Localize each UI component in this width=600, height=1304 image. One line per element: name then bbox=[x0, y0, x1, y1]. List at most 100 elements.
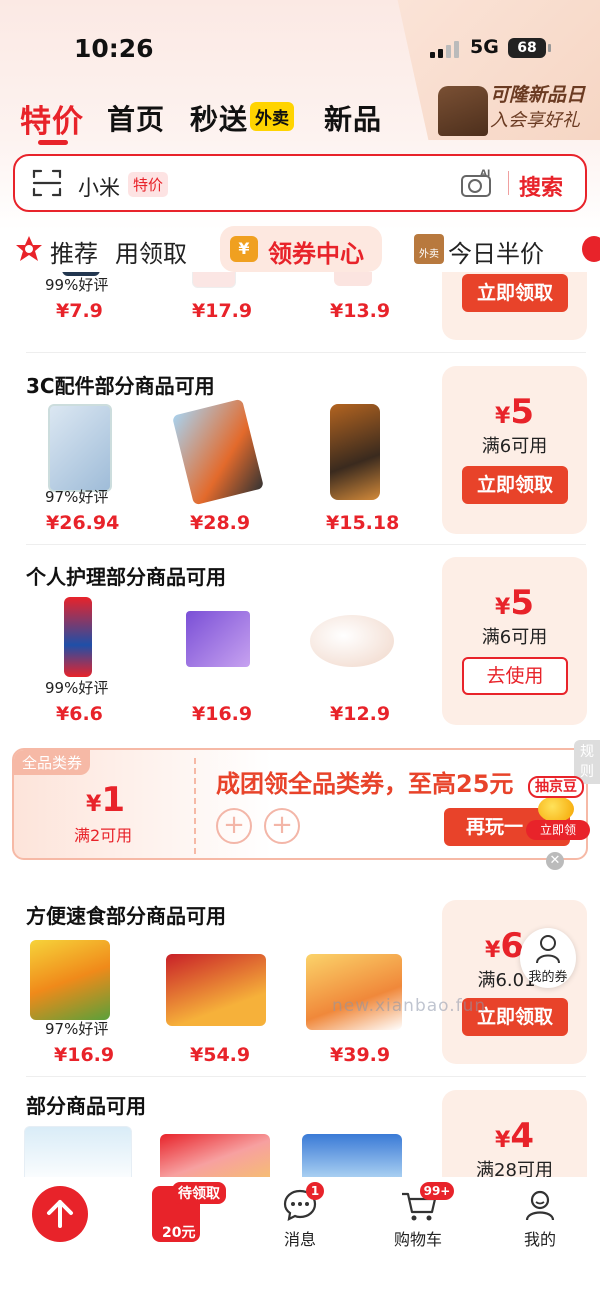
profile-icon[interactable] bbox=[523, 1188, 557, 1222]
product-price: ¥6.6 bbox=[56, 703, 103, 725]
tab-me[interactable]: 我的 bbox=[524, 1226, 556, 1250]
coupon-section: 方便速食部分商品可用 97%好评 ¥16.9 ¥54.9 ¥39.9 ¥6 满6… bbox=[0, 900, 600, 1080]
camera-icon[interactable]: AI bbox=[460, 168, 494, 198]
product-image[interactable] bbox=[192, 272, 236, 288]
camera-ai-badge: AI bbox=[480, 169, 490, 179]
product-rating: 99%好评 bbox=[45, 679, 109, 697]
tab-new-products[interactable]: 新品 bbox=[324, 98, 382, 138]
search-divider bbox=[508, 171, 509, 195]
invite-plus-icon[interactable]: + bbox=[264, 808, 300, 844]
product-image[interactable] bbox=[30, 940, 110, 1020]
search-button[interactable]: 搜索 bbox=[519, 170, 563, 202]
category-recommend[interactable]: 推荐 bbox=[50, 234, 98, 269]
divider bbox=[26, 352, 586, 353]
coupon-section: 部分商品可用 ¥4 满28可用 bbox=[0, 1090, 600, 1177]
category-half-price[interactable]: 今日半价 bbox=[448, 234, 544, 269]
watermark: new.xianbao.fun bbox=[332, 996, 487, 1016]
promo-title[interactable]: 可隆新品日 bbox=[490, 80, 585, 107]
banner-condition: 满2可用 bbox=[74, 826, 133, 845]
banner-tag: 全品类券 bbox=[14, 750, 91, 775]
product-price: ¥16.9 bbox=[54, 1044, 115, 1066]
divider bbox=[26, 544, 586, 545]
use-button[interactable]: 去使用 bbox=[462, 657, 568, 695]
my-coupons-label: 我的券 bbox=[528, 970, 568, 985]
coupon-card: ¥4 满28可用 bbox=[442, 1090, 587, 1177]
app-root: 10:26 5G 68 特价 首页 秒送 外卖 新品 可隆新品日 入会享好礼 小… bbox=[0, 0, 600, 1304]
product-image[interactable] bbox=[171, 398, 265, 506]
red-packet-tag: 待领取 bbox=[172, 1182, 226, 1204]
tab-cart[interactable]: 购物车 bbox=[394, 1226, 442, 1250]
product-price: ¥28.9 bbox=[190, 512, 251, 534]
jd-bean-claim-button[interactable]: 立即领 bbox=[526, 820, 590, 840]
jd-bean-label: 抽京豆 bbox=[528, 776, 584, 798]
star-icon bbox=[16, 236, 42, 261]
my-coupons-button[interactable]: 我的券 bbox=[520, 928, 576, 988]
waimai-badge: 外卖 bbox=[250, 102, 294, 131]
product-price: ¥7.9 bbox=[56, 300, 103, 322]
flash-sale-icon[interactable] bbox=[582, 236, 600, 262]
battery-icon: 68 bbox=[508, 38, 551, 58]
product-image[interactable] bbox=[334, 272, 372, 286]
product-price: ¥13.9 bbox=[330, 300, 391, 322]
jd-bean-widget[interactable]: 抽京豆 立即领 bbox=[524, 776, 590, 840]
product-image[interactable] bbox=[186, 611, 250, 667]
coupon-card: 立即领取 bbox=[442, 272, 587, 340]
coupon-amount: ¥5 bbox=[495, 392, 534, 432]
product-image[interactable] bbox=[310, 615, 394, 667]
product-image[interactable] bbox=[64, 597, 92, 677]
claim-button[interactable]: 立即领取 bbox=[462, 466, 568, 504]
coupon-section: 99%好评 ¥7.9 ¥17.9 ¥13.9 立即领取 bbox=[0, 272, 600, 342]
product-price: ¥12.9 bbox=[330, 703, 391, 725]
banner-divider bbox=[194, 758, 196, 854]
product-rating: 99%好评 bbox=[45, 276, 109, 294]
invite-plus-icon[interactable]: + bbox=[216, 808, 252, 844]
category-coupon-center-label[interactable]: 领券中心 bbox=[268, 234, 364, 269]
tab-home[interactable]: 首页 bbox=[107, 98, 165, 138]
product-image[interactable] bbox=[306, 954, 402, 1030]
section-title: 个人护理部分商品可用 bbox=[26, 565, 226, 589]
product-image[interactable] bbox=[166, 954, 266, 1026]
coupon-card: ¥5 满6可用 立即领取 bbox=[442, 366, 587, 534]
category-use-claim[interactable]: 用领取 bbox=[115, 234, 187, 269]
coupon-feed[interactable]: 99%好评 ¥7.9 ¥17.9 ¥13.9 立即领取 3C配件部分商品可用 9… bbox=[0, 272, 600, 1177]
back-to-top-button[interactable] bbox=[32, 1186, 88, 1242]
banner-title: 成团领全品类券，至高25元 bbox=[216, 770, 514, 798]
section-title: 3C配件部分商品可用 bbox=[26, 374, 215, 398]
banner-amount: ¥1 bbox=[86, 780, 125, 820]
arrow-up-icon bbox=[47, 1200, 73, 1228]
tab-messages[interactable]: 消息 bbox=[284, 1226, 316, 1250]
coupon-amount: ¥4 bbox=[495, 1116, 534, 1156]
search-tag: 特价 bbox=[128, 172, 169, 197]
jacket-promo-image[interactable] bbox=[438, 86, 488, 136]
promo-subtitle[interactable]: 入会享好礼 bbox=[490, 106, 580, 132]
product-image[interactable] bbox=[48, 404, 112, 492]
product-image[interactable] bbox=[302, 1134, 402, 1177]
signal-icon bbox=[430, 40, 462, 58]
active-tab-indicator bbox=[38, 140, 68, 145]
coupon-section: 个人护理部分商品可用 99%好评 ¥6.6 ¥16.9 ¥12.9 ¥5 满6可… bbox=[0, 557, 600, 737]
ticket-icon: ¥ bbox=[230, 236, 258, 262]
product-rating: 97%好评 bbox=[45, 1020, 109, 1038]
product-image[interactable] bbox=[160, 1134, 270, 1177]
half-price-icon: 外卖 bbox=[414, 234, 444, 264]
product-rating: 97%好评 bbox=[45, 488, 109, 506]
cart-badge: 99+ bbox=[420, 1182, 454, 1200]
tab-special-price[interactable]: 特价 bbox=[20, 96, 84, 141]
coupon-condition: 满28可用 bbox=[476, 1160, 553, 1177]
close-icon[interactable]: ✕ bbox=[546, 852, 564, 870]
tab-instant-delivery[interactable]: 秒送 bbox=[190, 98, 248, 138]
coupon-amount: ¥5 bbox=[495, 583, 534, 623]
scan-icon[interactable] bbox=[32, 168, 62, 198]
product-price: ¥26.94 bbox=[46, 512, 120, 534]
product-price: ¥54.9 bbox=[190, 1044, 251, 1066]
search-query[interactable]: 小米 bbox=[78, 172, 120, 202]
group-coupon-banner[interactable]: 全品类券 ¥1 满2可用 成团领全品类券，至高25元 + + 再玩一 bbox=[12, 748, 588, 860]
section-title: 部分商品可用 bbox=[26, 1094, 146, 1118]
product-image[interactable] bbox=[24, 1126, 132, 1177]
red-packet-amount: 20元 bbox=[162, 1225, 196, 1241]
coupon-condition: 满6可用 bbox=[481, 436, 548, 457]
claim-button[interactable]: 立即领取 bbox=[462, 274, 568, 312]
product-image[interactable] bbox=[330, 404, 380, 500]
coupon-section: 3C配件部分商品可用 97%好评 ¥26.94 ¥28.9 ¥15.18 ¥5 … bbox=[0, 366, 600, 546]
product-price: ¥15.18 bbox=[326, 512, 400, 534]
